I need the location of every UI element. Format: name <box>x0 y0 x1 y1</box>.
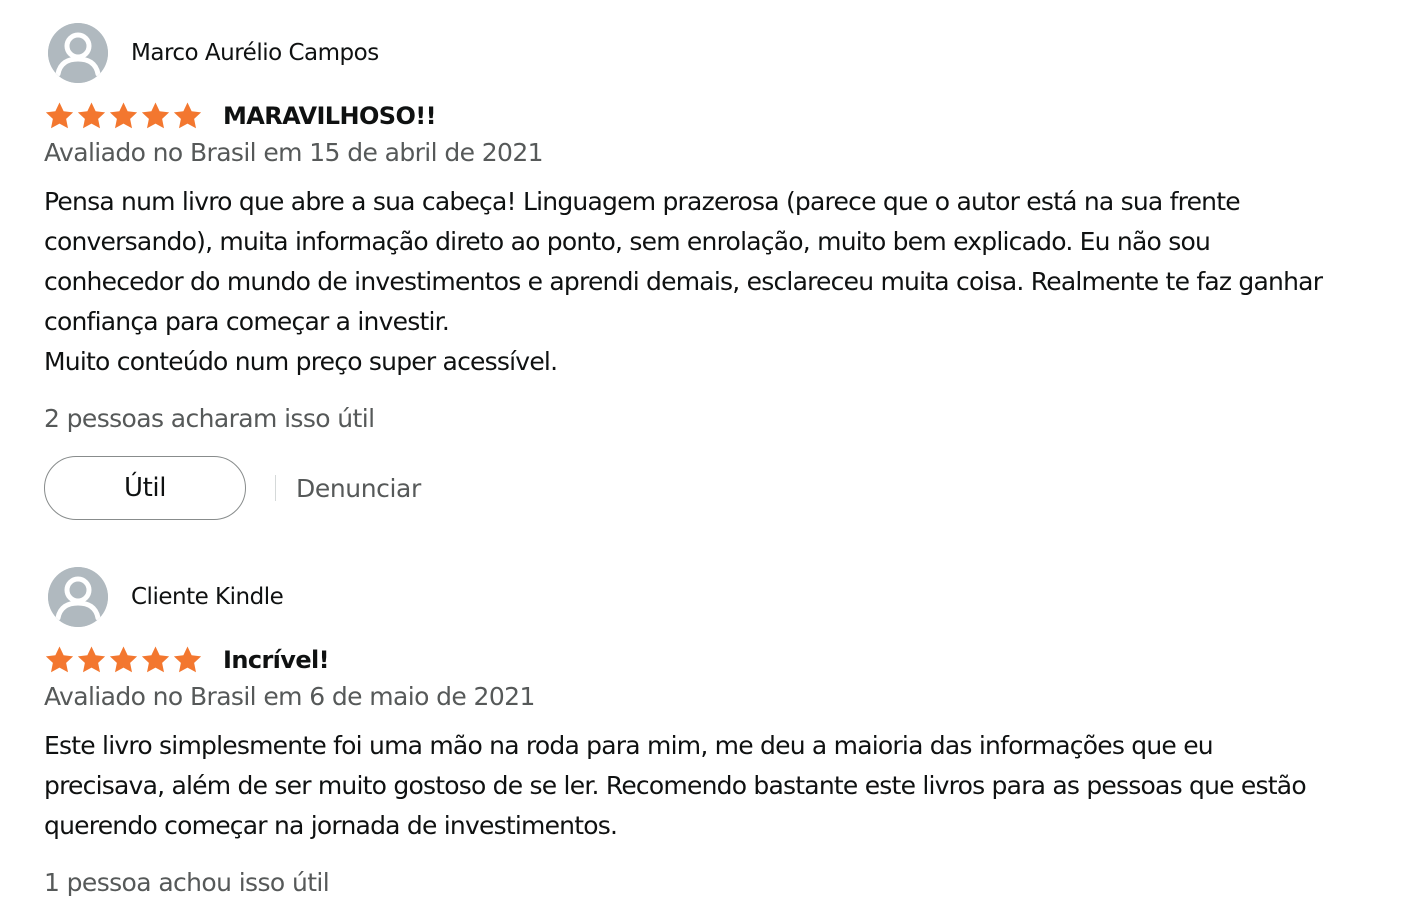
review-date: Avaliado no Brasil em 6 de maio de 2021 <box>44 682 535 711</box>
star-rating[interactable] <box>44 645 203 675</box>
star-icon <box>77 102 106 129</box>
review-body-line: Muito conteúdo num preço super acessível… <box>44 347 558 376</box>
review-body-line: confiança para começar a investir. <box>44 307 450 336</box>
action-divider <box>275 475 276 501</box>
helpful-count: 1 pessoa achou isso útil <box>44 868 330 897</box>
review-title[interactable]: Incrível! <box>223 646 330 674</box>
helpful-button[interactable]: Útil <box>44 456 246 520</box>
reviewer-profile[interactable]: Marco Aurélio Campos <box>48 22 1409 84</box>
default-user-icon <box>48 567 108 627</box>
review-body-line: Este livro simplesmente foi uma mão na r… <box>44 731 1214 760</box>
reviewer-name[interactable]: Marco Aurélio Campos <box>131 40 379 66</box>
rating-row: Incrível! <box>44 643 1409 677</box>
default-user-icon <box>48 23 108 83</box>
review-title[interactable]: MARAVILHOSO!! <box>223 102 437 130</box>
star-icon <box>77 646 106 673</box>
star-icon <box>141 646 170 673</box>
review-body-line: conversando), muita informação direto ao… <box>44 227 1211 256</box>
star-icon <box>109 102 138 129</box>
rating-row: MARAVILHOSO!! <box>44 99 1409 133</box>
helpful-count: 2 pessoas acharam isso útil <box>44 404 375 433</box>
review-actions: Útil Denunciar <box>44 456 1409 520</box>
review-body-line: precisava, além de ser muito gostoso de … <box>44 771 1307 800</box>
review-body-line: conhecedor do mundo de investimentos e a… <box>44 267 1323 296</box>
avatar <box>48 567 108 627</box>
star-icon <box>141 102 170 129</box>
review-card: Marco Aurélio Campos MARAVILHOSO!! Avali… <box>44 22 1409 520</box>
review-body-line: querendo começar na jornada de investime… <box>44 811 618 840</box>
review-card: Cliente Kindle Incrível! Avaliado no Bra… <box>44 566 1409 900</box>
review-body: Este livro simplesmente foi uma mão na r… <box>44 726 1409 846</box>
report-link[interactable]: Denunciar <box>296 474 421 503</box>
star-rating[interactable] <box>44 101 203 131</box>
review-body: Pensa num livro que abre a sua cabeça! L… <box>44 182 1409 382</box>
avatar <box>48 23 108 83</box>
star-icon <box>45 102 74 129</box>
star-icon <box>173 646 202 673</box>
star-icon <box>45 646 74 673</box>
star-icon <box>109 646 138 673</box>
review-date: Avaliado no Brasil em 15 de abril de 202… <box>44 138 544 167</box>
reviewer-profile[interactable]: Cliente Kindle <box>48 566 1409 628</box>
review-body-line: Pensa num livro que abre a sua cabeça! L… <box>44 187 1241 216</box>
reviewer-name[interactable]: Cliente Kindle <box>131 584 284 610</box>
star-icon <box>173 102 202 129</box>
